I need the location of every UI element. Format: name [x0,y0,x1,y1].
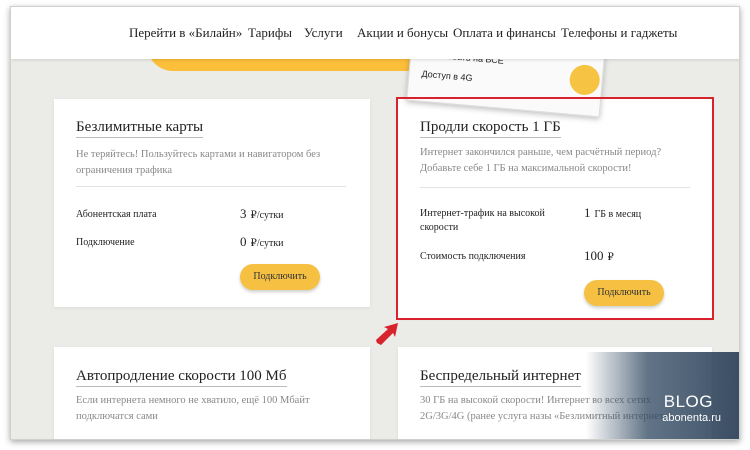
connect-button[interactable]: Подключить [240,264,320,290]
watermark-site: abonenta.ru [662,412,721,424]
row-label-connection-cost: Стоимость подключения [420,251,526,262]
pointer-arrow-icon [375,323,399,350]
card-title: Автопродление скорости 100 Мб [76,368,287,387]
divider [420,187,690,188]
card-description: Если интернета немного не хватило, ещё 1… [76,395,310,422]
row-label-monthly-fee: Абонентская плата [76,209,157,220]
watermark-blog: BLOG [663,392,713,411]
card-title: Безлимитные карты [76,119,204,138]
nav-item-payment[interactable]: Оплата и финансы [453,25,556,41]
row-value-connection: 0 ₽/сутки [240,234,284,249]
divider [76,186,346,187]
row-label-traffic: Интернет-трафик на высокой скорости [420,208,545,233]
row-value-traffic: 1 ГБ в месяц [584,205,642,220]
row-label-connection: Подключение [76,237,135,248]
top-navigation: Перейти в «Билайн» Тарифы Услуги Акции и… [11,7,739,59]
nav-item-tariffs[interactable]: Тарифы [248,25,292,41]
card-description: Интернет закончился раньше, чем расчётны… [420,147,662,174]
connect-button[interactable]: Подключить [584,280,664,306]
card-auto-renew: Автопродление скорости 100 Мб Если интер… [54,347,370,439]
nav-item-promotions[interactable]: Акции и бонусы [357,25,448,41]
card-extend-speed: Продли скорость 1 ГБ Интернет закончился… [398,99,712,318]
card-title: Продли скорость 1 ГБ [420,119,561,138]
row-value-monthly-fee: 3 ₽/сутки [240,206,284,221]
card-description: Не теряйтесь! Пользуйтесь картами и нави… [76,149,321,176]
card-title: Беспредельный интернет [420,368,581,387]
phone-decor-circle [568,63,601,97]
nav-item-phones[interactable]: Телефоны и гаджеты [561,25,677,41]
nav-item-services[interactable]: Услуги [304,25,343,41]
row-value-connection-cost: 100 ₽ [584,248,614,263]
watermark: BLOG abonenta.ru [586,352,739,439]
browser-frame: Перейти в «Билайн» Тарифы Услуги Акции и… [10,6,740,440]
phone-banner-line2: Доступ в 4G [421,68,473,84]
card-unlimited-maps: Безлимитные карты Не теряйтесь! Пользуйт… [54,99,370,307]
nav-item-go-to-beeline[interactable]: Перейти в «Билайн» [129,25,242,41]
